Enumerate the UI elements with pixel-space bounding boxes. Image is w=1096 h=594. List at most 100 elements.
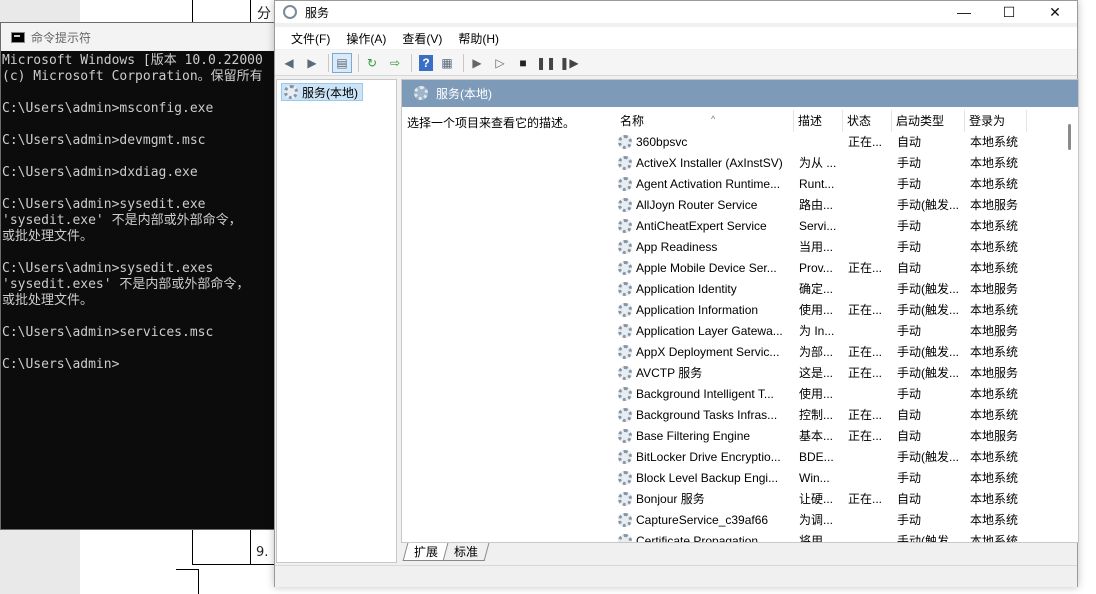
minimize-button[interactable]: — xyxy=(941,1,987,23)
service-startup-type: 自动 xyxy=(897,135,922,149)
service-gear-icon xyxy=(618,387,632,401)
console-tree-icon[interactable]: ▤ xyxy=(332,52,352,73)
service-row[interactable]: 360bpsvc 正在... 自动 本地系统 xyxy=(616,132,1076,153)
service-row[interactable]: Application Layer Gatewa... 为 In... 手动 本地服务 xyxy=(616,321,1076,342)
service-row[interactable]: Background Tasks Infras... 控制... 正在... 自动 本地… xyxy=(616,405,1076,426)
column-name[interactable]: 名称 ^ xyxy=(616,110,794,132)
pause-icon[interactable]: ❚❚ xyxy=(536,53,556,73)
service-description: 这是... xyxy=(799,366,834,380)
menu-view[interactable]: 查看(V) xyxy=(394,30,450,47)
service-gear-icon xyxy=(618,219,632,233)
service-row[interactable]: App Readiness 当用... 手动 本地系统 xyxy=(616,237,1076,258)
services-list: 360bpsvc 正在... 自动 本地系统 ActiveX Installer (Ax… xyxy=(616,132,1076,542)
cmd-line: 'sysedit.exe' 不是内部或外部命令， xyxy=(2,213,242,228)
column-description[interactable]: 描述 xyxy=(794,110,843,132)
service-row[interactable]: Application Information 使用... 正在... 手动(触发..… xyxy=(616,300,1076,321)
cmd-window[interactable]: 命令提示符 Microsoft Windows [版本 10.0.22000 (c… xyxy=(0,22,290,530)
properties-icon[interactable]: ▦ xyxy=(437,53,457,73)
tree-item-services-local[interactable]: 服务(本地) xyxy=(281,83,363,101)
service-logon-as: 本地系统 xyxy=(970,219,1019,233)
service-name: Block Level Backup Engi... xyxy=(636,471,779,485)
service-startup-type: 手动 xyxy=(897,513,922,527)
service-row[interactable]: Block Level Backup Engi... Win... 手动 本地系统 xyxy=(616,468,1076,489)
tab-standard[interactable]: 标准 xyxy=(442,543,490,561)
table-border xyxy=(250,530,251,565)
service-startup-type: 自动 xyxy=(897,492,922,506)
cmd-titlebar[interactable]: 命令提示符 xyxy=(1,23,289,51)
service-logon-as: 本地服务 xyxy=(970,324,1019,338)
maximize-button[interactable]: ☐ xyxy=(986,1,1032,23)
services-titlebar[interactable]: 服务 — ☐ ✕ xyxy=(275,1,1077,23)
service-startup-type: 手动 xyxy=(897,177,922,191)
service-name: Application Identity xyxy=(636,282,737,296)
forward-icon[interactable]: ▶ xyxy=(302,53,322,73)
help-icon[interactable]: ? xyxy=(419,54,433,71)
cmd-line: C:\Users\admin>sysedit.exes xyxy=(2,261,214,276)
service-startup-type: 手动(触发... xyxy=(897,303,959,317)
service-row[interactable]: BitLocker Drive Encryptio... BDE... 手动(触发.… xyxy=(616,447,1076,468)
toolbar-separator xyxy=(358,53,359,72)
vertical-scrollbar[interactable] xyxy=(1066,110,1074,540)
service-row[interactable]: AllJoyn Router Service 路由... 手动(触发... 本地服务 xyxy=(616,195,1076,216)
services-window[interactable]: 服务 — ☐ ✕ 文件(F) 操作(A) 查看(V) 帮助(H) ◀ ▶ ▤ ↻… xyxy=(274,0,1079,587)
service-logon-as: 本地系统 xyxy=(970,408,1019,422)
menu-help[interactable]: 帮助(H) xyxy=(450,30,507,47)
export-icon[interactable]: ⇨ xyxy=(385,53,405,73)
start-icon[interactable]: ▶ xyxy=(467,53,487,73)
restart-icon[interactable]: ❚▶ xyxy=(559,53,579,73)
cmd-line xyxy=(2,149,289,165)
cmd-console-output[interactable]: Microsoft Windows [版本 10.0.22000 (c) Micr… xyxy=(1,53,289,529)
service-row[interactable]: ActiveX Installer (AxInstSV) 为从 ... 手动 本地系统 xyxy=(616,153,1076,174)
service-name: Background Intelligent T... xyxy=(636,387,774,401)
column-logon-as[interactable]: 登录为 xyxy=(965,110,1027,132)
menu-bar: 文件(F) 操作(A) 查看(V) 帮助(H) xyxy=(275,27,1077,49)
service-status xyxy=(848,384,892,405)
service-logon-as: 本地系统 xyxy=(970,492,1019,506)
service-description: 为 In... xyxy=(799,324,835,338)
document-text: 9. xyxy=(256,545,269,560)
service-row[interactable]: Bonjour 服务 让硬... 正在... 自动 本地系统 xyxy=(616,489,1076,510)
menu-file[interactable]: 文件(F) xyxy=(283,30,338,47)
table-border xyxy=(198,569,199,594)
service-startup-type: 手动 xyxy=(897,219,922,233)
service-description xyxy=(799,132,843,153)
toolbar-separator xyxy=(463,53,464,72)
back-icon[interactable]: ◀ xyxy=(279,53,299,73)
service-row[interactable]: AppX Deployment Servic... 为部... 正在... 手动(触发… xyxy=(616,342,1076,363)
service-startup-type: 手动(触发... xyxy=(897,345,959,359)
service-row[interactable]: Agent Activation Runtime... Runt... 手动 本地系统 xyxy=(616,174,1076,195)
service-gear-icon xyxy=(618,450,632,464)
service-row[interactable]: AntiCheatExpert Service Servi... 手动 本地系统 xyxy=(616,216,1076,237)
service-startup-type: 自动 xyxy=(897,261,922,275)
service-description: BDE... xyxy=(799,450,834,464)
window-title: 服务 xyxy=(305,5,330,20)
service-row[interactable]: Application Identity 确定... 手动(触发... 本地服务 xyxy=(616,279,1076,300)
cmd-line: C:\Users\admin>msconfig.exe xyxy=(2,101,214,116)
refresh-icon[interactable]: ↻ xyxy=(362,53,382,73)
service-status xyxy=(848,531,892,542)
cmd-line xyxy=(2,245,289,261)
service-name: CaptureService_c39af66 xyxy=(636,513,769,527)
service-status xyxy=(848,195,892,216)
table-border xyxy=(250,0,251,22)
start-alt-icon[interactable]: ▷ xyxy=(490,53,510,73)
service-row[interactable]: Apple Mobile Device Ser... Prov... 正在... 自动… xyxy=(616,258,1076,279)
close-button[interactable]: ✕ xyxy=(1032,1,1078,23)
cmd-line: C:\Users\admin>sysedit.exe xyxy=(2,197,206,212)
service-logon-as: 本地系统 xyxy=(970,471,1019,485)
service-row[interactable]: Base Filtering Engine 基本... 正在... 自动 本地服务 xyxy=(616,426,1076,447)
scrollbar-thumb[interactable] xyxy=(1068,124,1071,150)
service-logon-as: 本地系统 xyxy=(970,534,1019,542)
column-status[interactable]: 状态 xyxy=(843,110,892,132)
service-row[interactable]: Background Intelligent T... 使用... 手动 本地系统 xyxy=(616,384,1076,405)
service-row[interactable]: CaptureService_c39af66 为调... 手动 本地系统 xyxy=(616,510,1076,531)
service-row[interactable]: Certificate Propagation 将用... 手动(触发... 本地系统 xyxy=(616,531,1076,542)
stop-icon[interactable]: ■ xyxy=(513,53,533,73)
column-startup-type[interactable]: 启动类型 xyxy=(892,110,965,132)
service-row[interactable]: AVCTP 服务 这是... 正在... 手动(触发... 本地服务 xyxy=(616,363,1076,384)
service-description: 让硬... xyxy=(799,492,834,506)
menu-action[interactable]: 操作(A) xyxy=(338,30,394,47)
service-description: 当用... xyxy=(799,240,834,254)
service-description: 基本... xyxy=(799,429,834,443)
list-header: 名称 ^ 描述 状态 启动类型 登录为 xyxy=(616,110,1076,132)
